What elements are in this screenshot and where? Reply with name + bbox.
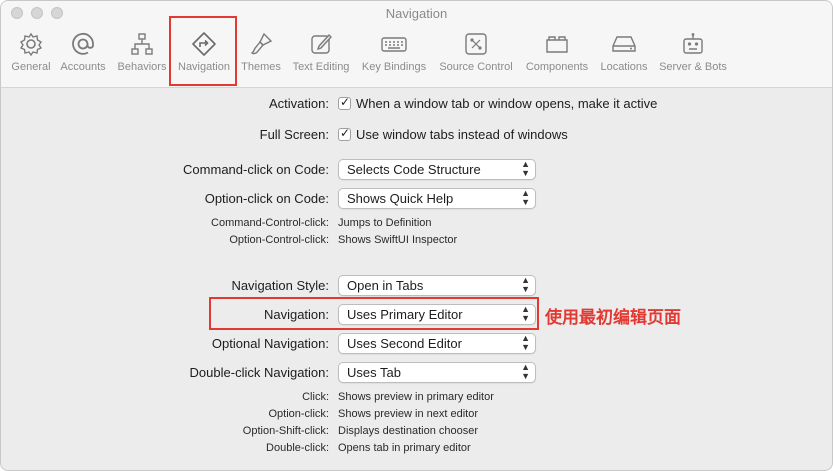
option-click-label: Option-click on Code: xyxy=(204,191,329,206)
tab-label: Key Bindings xyxy=(361,61,427,73)
option-click-row: Option-click on Code: Shows Quick Help ▲… xyxy=(1,188,832,212)
double-click-navigation-row: Double-click Navigation: Uses Tab ▲ ▼ xyxy=(1,362,832,386)
command-click-popup[interactable]: Selects Code Structure ▲ ▼ xyxy=(338,159,536,180)
chevron-updown-icon: ▲ ▼ xyxy=(521,159,530,178)
tab-label: Themes xyxy=(241,61,281,73)
tab-server-bots[interactable]: Server & Bots xyxy=(656,27,730,81)
tab-behaviors[interactable]: Behaviors xyxy=(115,27,169,81)
command-click-label: Command-click on Code: xyxy=(183,162,329,177)
command-click-value: Selects Code Structure xyxy=(347,162,481,177)
double-click-value: Opens tab in primary editor xyxy=(338,442,471,454)
tab-label: Text Editing xyxy=(292,61,350,73)
optional-navigation-value: Uses Second Editor xyxy=(347,336,462,351)
robot-icon xyxy=(683,33,703,54)
chevron-updown-icon: ▲ ▼ xyxy=(521,362,530,381)
double-click-navigation-popup[interactable]: Uses Tab ▲ ▼ xyxy=(338,362,536,383)
chevron-updown-icon: ▲ ▼ xyxy=(521,188,530,207)
tab-label: Behaviors xyxy=(117,61,167,73)
activation-checkbox[interactable] xyxy=(338,95,351,110)
tab-components[interactable]: Components xyxy=(521,27,593,81)
tab-label: General xyxy=(11,61,51,73)
chevron-updown-icon: ▲ ▼ xyxy=(521,275,530,294)
option-shift-click-value: Displays destination chooser xyxy=(338,425,479,437)
navigation-style-row: Navigation Style: Open in Tabs ▲ ▼ xyxy=(1,275,832,299)
activation-row: Activation: When a window tab or window … xyxy=(1,95,832,112)
gear-icon xyxy=(19,32,43,57)
tab-accounts[interactable]: Accounts xyxy=(57,27,109,81)
at-icon xyxy=(72,32,94,55)
option-click2-value: Shows preview in next editor xyxy=(338,408,479,420)
optional-navigation-label: Optional Navigation: xyxy=(211,336,329,351)
full-screen-label: Full Screen: xyxy=(259,127,329,142)
paintbrush-icon xyxy=(250,32,273,55)
toolbar: Navigation General Accounts Behaviors Na… xyxy=(1,1,832,88)
activation-label: Activation: xyxy=(269,96,329,111)
click-value: Shows preview in primary editor xyxy=(338,391,494,403)
window-title: Navigation xyxy=(385,6,448,21)
drive-icon xyxy=(612,36,636,52)
chevron-updown-icon: ▲ ▼ xyxy=(521,333,530,352)
annotation-box-navigation-tab xyxy=(169,16,237,86)
components-icon xyxy=(546,36,568,53)
click-label: Click: xyxy=(302,391,329,403)
double-click-navigation-value: Uses Tab xyxy=(347,365,401,380)
tab-label: Locations xyxy=(600,61,648,73)
opt-ctrl-click-label: Option-Control-click: xyxy=(229,234,329,246)
tab-general[interactable]: General xyxy=(9,27,53,81)
annotation-box-navigation xyxy=(209,297,539,330)
tab-key-bindings[interactable]: Key Bindings xyxy=(358,27,430,81)
optional-navigation-popup[interactable]: Uses Second Editor ▲ ▼ xyxy=(338,333,536,354)
hierarchy-icon xyxy=(131,33,153,55)
tab-label: Server & Bots xyxy=(659,61,727,73)
option-click-value: Shows Quick Help xyxy=(347,191,454,206)
tab-text-editing[interactable]: Text Editing xyxy=(288,27,354,81)
annotation-text: 使用最初编辑页面 xyxy=(545,308,681,327)
cmd-ctrl-click-label: Command-Control-click: xyxy=(211,217,329,229)
optional-navigation-row: Optional Navigation: Uses Second Editor … xyxy=(1,333,832,357)
tab-themes[interactable]: Themes xyxy=(239,27,283,81)
edit-square-icon xyxy=(311,33,332,54)
source-control-icon xyxy=(465,33,487,55)
full-screen-text: Use window tabs instead of windows xyxy=(356,127,568,142)
tab-locations[interactable]: Locations xyxy=(596,27,652,81)
navigation-style-value: Open in Tabs xyxy=(347,278,424,293)
option-click-popup[interactable]: Shows Quick Help ▲ ▼ xyxy=(338,188,536,209)
full-screen-row: Full Screen: Use window tabs instead of … xyxy=(1,126,832,143)
tab-label: Accounts xyxy=(60,61,106,73)
double-click-navigation-label: Double-click Navigation: xyxy=(189,365,329,380)
command-click-row: Command-click on Code: Selects Code Stru… xyxy=(1,159,832,183)
cmd-ctrl-click-value: Jumps to Definition xyxy=(338,217,432,229)
option-click2-label: Option-click: xyxy=(268,408,329,420)
tab-source-control[interactable]: Source Control xyxy=(435,27,517,81)
navigation-style-label: Navigation Style: xyxy=(231,278,329,293)
double-click-label: Double-click: xyxy=(266,442,329,454)
navigation-style-popup[interactable]: Open in Tabs ▲ ▼ xyxy=(338,275,536,296)
preferences-window: Navigation General Accounts Behaviors Na… xyxy=(0,0,833,471)
keyboard-icon xyxy=(381,37,407,52)
tab-label: Components xyxy=(525,61,589,73)
opt-ctrl-click-value: Shows SwiftUI Inspector xyxy=(338,234,458,246)
activation-text: When a window tab or window opens, make … xyxy=(356,96,658,111)
full-screen-checkbox[interactable] xyxy=(338,126,351,141)
tab-label: Source Control xyxy=(439,61,513,73)
option-shift-click-label: Option-Shift-click: xyxy=(242,425,329,437)
